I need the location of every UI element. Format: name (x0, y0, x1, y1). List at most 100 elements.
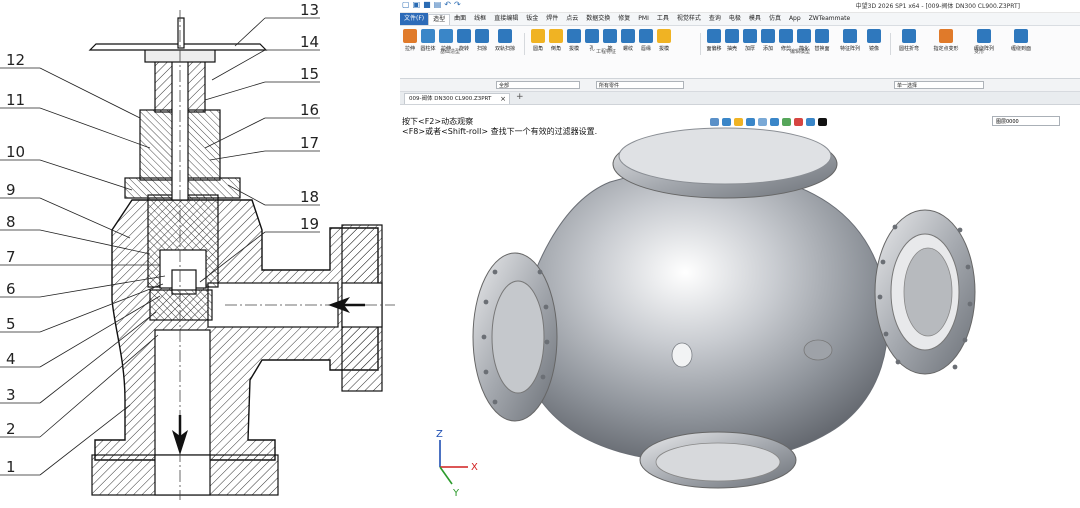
print-icon[interactable]: ▤ (434, 0, 442, 9)
tool-shell[interactable]: 抽壳 (724, 29, 740, 52)
rib-icon (603, 29, 617, 43)
menu-mold[interactable]: 模具 (745, 13, 765, 25)
point-deform-icon (939, 29, 953, 43)
dual-rail-sweep-icon (498, 29, 512, 43)
tool-draft[interactable]: 拔模 (566, 29, 582, 52)
menu-direct-edit[interactable]: 直接编辑 (490, 13, 522, 25)
group-engineering: 工程特征 (596, 49, 617, 55)
menu-query[interactable]: 查询 (705, 13, 725, 25)
ribbon-toolbar: 拉伸 圆柱体 拉伸 旋转 扫掠 双轨扫掠 基础造型 圆角 倒角 拔模 孔 筋 螺… (400, 26, 1080, 79)
menu-data-exchange[interactable]: 数据交换 (582, 13, 614, 25)
menu-tools[interactable]: 工具 (653, 13, 673, 25)
tool-extrude[interactable]: 拉伸 (402, 29, 418, 52)
menu-pmi[interactable]: PMI (634, 13, 653, 25)
callout-11: 11 (6, 91, 25, 109)
tool-draft-2[interactable]: 拔模 (656, 29, 672, 52)
callout-16: 16 (300, 101, 319, 119)
save-icon[interactable]: ■ (423, 0, 431, 9)
menu-app[interactable]: App (785, 13, 805, 25)
valve-body-3d-model: Z X Y (436, 127, 976, 499)
axis-triad: Z X Y (436, 429, 478, 499)
scope-select[interactable]: 全部 (496, 81, 580, 89)
open-file-icon[interactable]: ▣ (413, 0, 421, 9)
group-basic: 基础造型 (440, 49, 461, 55)
lip-icon (639, 29, 653, 43)
callout-4: 4 (6, 350, 16, 368)
pull-icon (439, 29, 453, 43)
tool-replace-face[interactable]: 替换面 (814, 29, 830, 52)
redo-icon[interactable]: ↷ (454, 0, 461, 9)
fillet-icon (531, 29, 545, 43)
group-deform: 变形 (974, 49, 985, 55)
parts-filter-select[interactable]: 所有零件 (596, 81, 684, 89)
cad-application-window: ▢ ▣ ■ ▤ ↶ ↷ 中望3D 2026 SP1 x64 - [009-阀体 … (400, 0, 1080, 508)
trim-icon (779, 29, 793, 43)
callout-12: 12 (6, 51, 25, 69)
title-bar: ▢ ▣ ■ ▤ ↶ ↷ 中望3D 2026 SP1 x64 - [009-阀体 … (400, 0, 1080, 13)
close-icon[interactable]: × (500, 94, 506, 105)
menu-pointcloud[interactable]: 点云 (562, 13, 582, 25)
menu-repair[interactable]: 修复 (614, 13, 634, 25)
tool-offset-face[interactable]: 面偏移 (706, 29, 722, 52)
menu-zwteammate[interactable]: ZWTeammate (805, 13, 854, 25)
tool-cylinder-bend[interactable]: 圆柱折弯 (896, 29, 922, 52)
callout-2: 2 (6, 420, 16, 438)
doc-tab[interactable]: 009-阀体 DN300 CL900.Z3PRT × (404, 93, 510, 104)
selection-mode-select[interactable]: 单一选择 (894, 81, 984, 89)
tool-mirror[interactable]: 镜像 (866, 29, 882, 52)
tool-cylinder[interactable]: 圆柱体 (420, 29, 436, 52)
tool-lip[interactable]: 唇缘 (638, 29, 654, 52)
doc-tab-label: 009-阀体 DN300 CL900.Z3PRT (409, 96, 492, 102)
wrap-pattern-icon (977, 29, 991, 43)
ribbon-separator (524, 33, 525, 55)
menu-weldment[interactable]: 焊件 (542, 13, 562, 25)
tool-point-deform[interactable]: 指定点变形 (932, 29, 960, 52)
wrap-to-face-icon (1014, 29, 1028, 43)
cylinder-bend-icon (902, 29, 916, 43)
bottom-outlet (639, 431, 797, 489)
menu-modeling[interactable]: 造型 (428, 13, 451, 25)
tool-sweep[interactable]: 扫掠 (474, 29, 490, 52)
menu-simulation[interactable]: 仿真 (765, 13, 785, 25)
menu-electrode[interactable]: 电极 (725, 13, 745, 25)
new-tab-icon[interactable]: + (516, 92, 524, 102)
offset-face-icon (707, 29, 721, 43)
tool-wrap-to-face[interactable]: 缠绕到面 (1006, 29, 1036, 52)
replace-face-icon (815, 29, 829, 43)
valve-body-outline (94, 199, 379, 461)
callout-6: 6 (6, 280, 16, 298)
tool-thread[interactable]: 螺纹 (620, 29, 636, 52)
menu-bar: 文件(F) 造型 曲面 线框 直接编辑 钣金 焊件 点云 数据交换 修复 PMI… (400, 13, 1080, 26)
hole-icon (585, 29, 599, 43)
top-neck (612, 127, 838, 199)
tool-chamfer[interactable]: 倒角 (548, 29, 564, 52)
undo-icon[interactable]: ↶ (444, 0, 451, 9)
thread-icon (621, 29, 635, 43)
callout-10: 10 (6, 143, 25, 161)
add-icon (761, 29, 775, 43)
group-edit: 编辑模型 (790, 49, 811, 55)
menu-visual-style[interactable]: 视觉样式 (673, 13, 705, 25)
callout-18: 18 (300, 188, 319, 206)
new-file-icon[interactable]: ▢ (402, 0, 410, 9)
menu-sheetmetal[interactable]: 钣金 (522, 13, 542, 25)
menu-file[interactable]: 文件(F) (400, 13, 429, 25)
callout-17: 17 (300, 134, 319, 152)
side-port (803, 339, 833, 361)
tool-feature-pattern[interactable]: 特征阵列 (836, 29, 864, 52)
axis-y-label: Y (452, 488, 460, 499)
tool-add[interactable]: 添加 (760, 29, 776, 52)
mirror-icon (867, 29, 881, 43)
callout-5: 5 (6, 315, 16, 333)
sweep-icon (475, 29, 489, 43)
tool-fillet[interactable]: 圆角 (530, 29, 546, 52)
extrude-icon (403, 29, 417, 43)
tool-dual-rail-sweep[interactable]: 双轨扫掠 (492, 29, 518, 52)
menu-wireframe[interactable]: 线框 (470, 13, 490, 25)
3d-viewport[interactable]: 按下<F2>动态观察 <F8>或者<Shift-roll> 查找下一个有效的过滤… (400, 112, 1080, 508)
tool-thicken[interactable]: 加厚 (742, 29, 758, 52)
callout-7: 7 (6, 248, 16, 266)
body-shell (519, 169, 889, 464)
axis-x-label: X (471, 462, 478, 473)
menu-surface[interactable]: 曲面 (450, 13, 470, 25)
